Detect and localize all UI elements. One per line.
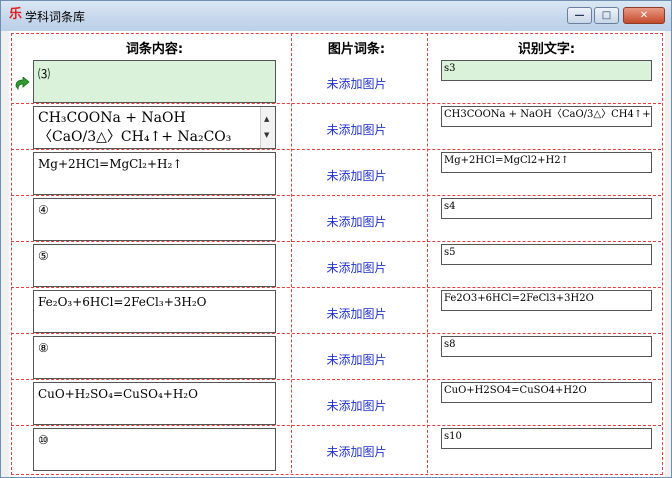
row-divider bbox=[11, 195, 661, 196]
green-arrow-icon bbox=[15, 77, 30, 91]
recognized-text-field[interactable]: Mg+2HCl=MgCl2+H2↑ bbox=[441, 152, 652, 173]
content-cell[interactable]: ⑧ bbox=[33, 336, 276, 379]
content-cell[interactable]: CuO+H₂SO₄=CuSO₄+H₂O bbox=[33, 382, 276, 425]
row-divider bbox=[11, 425, 661, 426]
row-divider bbox=[11, 379, 661, 380]
minimize-icon: — bbox=[574, 10, 585, 21]
close-button[interactable]: ✕ bbox=[623, 7, 665, 24]
content-cell[interactable]: ⑩ bbox=[33, 428, 276, 471]
scroll-down-icon[interactable]: ▼ bbox=[264, 126, 269, 145]
content-cell[interactable]: Mg+2HCl=MgCl₂+H₂↑ bbox=[33, 152, 276, 195]
row-divider bbox=[11, 333, 661, 334]
row-divider bbox=[11, 103, 661, 104]
window-title: 学科词条库 bbox=[25, 10, 86, 24]
add-image-link[interactable]: 未添加图片 bbox=[294, 443, 419, 460]
content-cell[interactable]: CH₃COONa + NaOH〈CaO/3△〉CH₄↑+ Na₂CO₃ ▲ ▼ bbox=[33, 106, 276, 149]
content-cell[interactable]: ⑤ bbox=[33, 244, 276, 287]
add-image-link[interactable]: 未添加图片 bbox=[294, 259, 419, 276]
row-divider bbox=[11, 149, 661, 150]
entry-grid: 词条内容: 图片词条: 识别文字: ⑶ 未添加图片 s3 CH₃COONa + … bbox=[9, 31, 665, 477]
recognized-text-field[interactable]: s5 bbox=[441, 244, 652, 265]
close-icon: ✕ bbox=[639, 10, 649, 21]
content-cell[interactable]: Fe₂O₃+6HCl=2FeCl₃+3H₂O bbox=[33, 290, 276, 333]
content-cell[interactable]: ④ bbox=[33, 198, 276, 241]
image-column-header: 图片词条: bbox=[327, 42, 386, 57]
add-image-link[interactable]: 未添加图片 bbox=[294, 75, 419, 92]
add-image-link[interactable]: 未添加图片 bbox=[294, 351, 419, 368]
grid-divider bbox=[291, 33, 292, 473]
add-image-link[interactable]: 未添加图片 bbox=[294, 167, 419, 184]
maximize-icon: □ bbox=[601, 10, 612, 21]
recognized-text-field[interactable]: s8 bbox=[441, 336, 652, 357]
row-divider bbox=[11, 287, 661, 288]
add-image-link[interactable]: 未添加图片 bbox=[294, 121, 419, 138]
content-cell[interactable]: ⑶ bbox=[33, 60, 276, 103]
content-cell-text: CH₃COONa + NaOH〈CaO/3△〉CH₄↑+ Na₂CO₃ bbox=[38, 110, 232, 145]
add-image-link[interactable]: 未添加图片 bbox=[294, 213, 419, 230]
title-bar[interactable]: 乐 学科词条库 — □ ✕ bbox=[1, 1, 671, 31]
maximize-button[interactable]: □ bbox=[594, 7, 619, 24]
add-image-link[interactable]: 未添加图片 bbox=[294, 397, 419, 414]
recognized-column-header: 识别文字: bbox=[517, 42, 576, 57]
row-divider bbox=[11, 241, 661, 242]
content-scrollbar[interactable]: ▲ ▼ bbox=[260, 107, 275, 148]
recognized-text-field[interactable]: s3 bbox=[441, 60, 652, 81]
content-column-header: 词条内容: bbox=[125, 42, 184, 57]
minimize-button[interactable]: — bbox=[567, 7, 592, 24]
app-icon: 乐 bbox=[9, 7, 23, 22]
recognized-text-field[interactable]: s10 bbox=[441, 428, 652, 449]
grid-divider bbox=[427, 33, 428, 473]
app-window: 乐 学科词条库 — □ ✕ 词条内容: 图片词条: 识别文字: ⑶ 未添加图片 … bbox=[0, 0, 672, 478]
add-image-link[interactable]: 未添加图片 bbox=[294, 305, 419, 322]
recognized-text-field[interactable]: CuO+H2SO4=CuSO4+H2O bbox=[441, 382, 652, 403]
recognized-text-field[interactable]: s4 bbox=[441, 198, 652, 219]
recognized-text-field[interactable]: Fe2O3+6HCl=2FeCl3+3H2O bbox=[441, 290, 652, 311]
recognized-text-field[interactable]: CH3COONa + NaOH〈CaO/3△〉CH4↑+ bbox=[441, 106, 652, 127]
